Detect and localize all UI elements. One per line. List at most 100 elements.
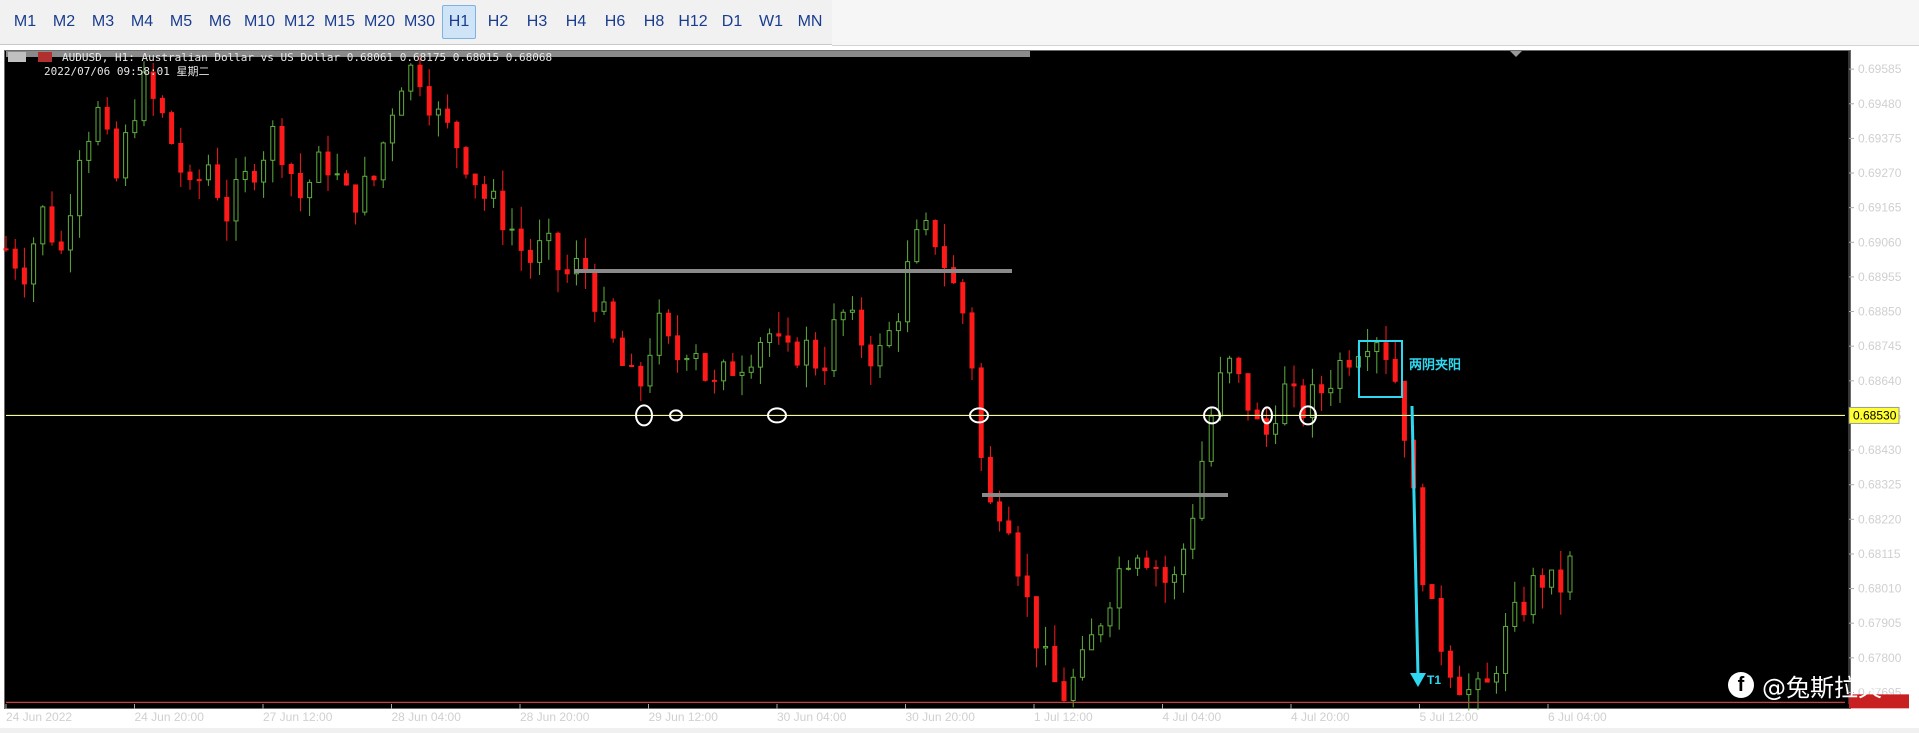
time-axis-label: 29 Jun 12:00 xyxy=(649,710,719,724)
timeframe-button-m1[interactable]: M1 xyxy=(8,5,42,39)
candle-body xyxy=(132,120,138,134)
candle-body xyxy=(463,147,469,175)
timeframe-button-m10[interactable]: M10 xyxy=(242,5,277,39)
price-axis-label: 0.68010 xyxy=(1858,582,1902,596)
candle-body xyxy=(693,353,699,359)
candle-body xyxy=(941,246,947,269)
candle-body xyxy=(1337,359,1343,389)
candle-body xyxy=(353,184,359,213)
candle-body xyxy=(169,112,175,144)
candle-body xyxy=(776,333,782,337)
timeframe-button-h2[interactable]: H2 xyxy=(481,5,515,39)
timeframe-button-w1[interactable]: W1 xyxy=(754,5,788,39)
candle-body xyxy=(1521,601,1527,616)
timeframe-button-h3[interactable]: H3 xyxy=(520,5,554,39)
candle-body xyxy=(1365,351,1371,358)
candle-body xyxy=(325,151,331,176)
candle-body xyxy=(794,341,800,366)
candle-body xyxy=(813,339,819,369)
price-axis-label: 0.68325 xyxy=(1858,478,1902,492)
candle-body xyxy=(1346,359,1352,368)
timeframe-button-d1[interactable]: D1 xyxy=(715,5,749,39)
timeframe-button-m4[interactable]: M4 xyxy=(125,5,159,39)
timeframe-button-h6[interactable]: H6 xyxy=(598,5,632,39)
candle-body xyxy=(224,196,230,222)
candle-body xyxy=(261,159,267,183)
candle-body xyxy=(592,271,598,312)
time-axis-label: 28 Jun 04:00 xyxy=(392,710,462,724)
candle-body xyxy=(647,354,653,387)
resistance-gray-line[interactable] xyxy=(574,269,1012,273)
price-axis-label: 0.69375 xyxy=(1858,131,1902,145)
candle-body xyxy=(1447,650,1453,678)
timeframe-button-h4[interactable]: H4 xyxy=(559,5,593,39)
candle-body xyxy=(417,64,423,88)
candle-body xyxy=(67,215,73,251)
support-gray-line[interactable] xyxy=(982,493,1228,497)
timeframe-button-h1[interactable]: H1 xyxy=(442,5,476,39)
candle-body xyxy=(1181,548,1187,576)
price-axis-label: 0.68220 xyxy=(1858,512,1902,526)
timeframe-button-m5[interactable]: M5 xyxy=(164,5,198,39)
timeframe-button-m3[interactable]: M3 xyxy=(86,5,120,39)
candle-body xyxy=(1162,567,1168,583)
candle-body xyxy=(159,97,165,114)
timeframe-button-m2[interactable]: M2 xyxy=(47,5,81,39)
current-price-label: 0.68530 xyxy=(1853,408,1897,422)
candle-body xyxy=(527,249,533,263)
candle-body xyxy=(1512,601,1518,627)
candle-body xyxy=(1530,575,1536,616)
candle-body xyxy=(426,86,432,116)
target-arrow-head xyxy=(1410,673,1426,687)
candle-body xyxy=(1457,676,1463,696)
timeframe-button-mn[interactable]: MN xyxy=(793,5,827,39)
candle-body xyxy=(1245,373,1251,411)
chart-symbol-icon xyxy=(38,52,52,62)
candle-body xyxy=(205,164,211,181)
time-axis-label: 6 Jul 04:00 xyxy=(1548,710,1607,724)
candle-body xyxy=(739,371,745,376)
price-chart[interactable]: 0.69585 0.69480 0.69375 0.69270 0.69165 0.690… xyxy=(0,46,1919,733)
timeframe-button-m15[interactable]: M15 xyxy=(322,5,357,39)
candle-body xyxy=(886,330,892,347)
candle-body xyxy=(1033,596,1039,649)
candle-body xyxy=(1420,487,1426,586)
candle-body xyxy=(555,232,561,271)
candle-body xyxy=(702,353,708,381)
candle-body xyxy=(1567,555,1573,593)
timeframe-toolbar: M1 M2 M3 M4 M5 M6 M10 M12 M15 M20 M30 H1 H2 H3 H4 H6 H8 H… xyxy=(0,0,832,45)
candle-body xyxy=(619,337,625,367)
timeframe-button-h8[interactable]: H8 xyxy=(637,5,671,39)
candle-body xyxy=(1539,575,1545,588)
candle-body xyxy=(546,232,552,242)
candle-body xyxy=(1107,607,1113,627)
symbol-info-line: AUDUSD, H1: Australian Dollar vs US Doll… xyxy=(62,51,552,64)
candle-body xyxy=(969,312,975,369)
datetime-info-line: 2022/07/06 09:58:01 星期二 xyxy=(44,65,209,78)
candle-body xyxy=(1484,678,1490,683)
timeframe-button-h12[interactable]: H12 xyxy=(676,5,710,39)
candle-body xyxy=(12,248,18,269)
candle-body xyxy=(767,333,773,343)
candle-body xyxy=(1549,569,1555,588)
timeframe-button-m12[interactable]: M12 xyxy=(282,5,317,39)
timeframe-button-m30[interactable]: M30 xyxy=(402,5,437,39)
timeframe-button-m20[interactable]: M20 xyxy=(362,5,397,39)
candle-body xyxy=(518,228,524,251)
chart-window[interactable]: 0.69585 0.69480 0.69375 0.69270 0.69165 0.690… xyxy=(0,46,1919,733)
candle-body xyxy=(389,114,395,144)
candle-body xyxy=(877,345,883,367)
candle-body xyxy=(1070,676,1076,701)
chart-menu-icon[interactable] xyxy=(8,52,26,62)
candle-body xyxy=(454,121,460,149)
candle-body xyxy=(868,344,874,367)
candle-body xyxy=(399,90,405,116)
candle-body xyxy=(1300,385,1306,419)
timeframe-button-m6[interactable]: M6 xyxy=(203,5,237,39)
candle-body xyxy=(1282,383,1288,425)
candle-body xyxy=(297,173,303,199)
shift-marker[interactable] xyxy=(1510,51,1522,57)
price-axis-label: 0.68640 xyxy=(1858,374,1902,388)
candle-body xyxy=(316,151,322,183)
candle-body xyxy=(1135,557,1141,569)
